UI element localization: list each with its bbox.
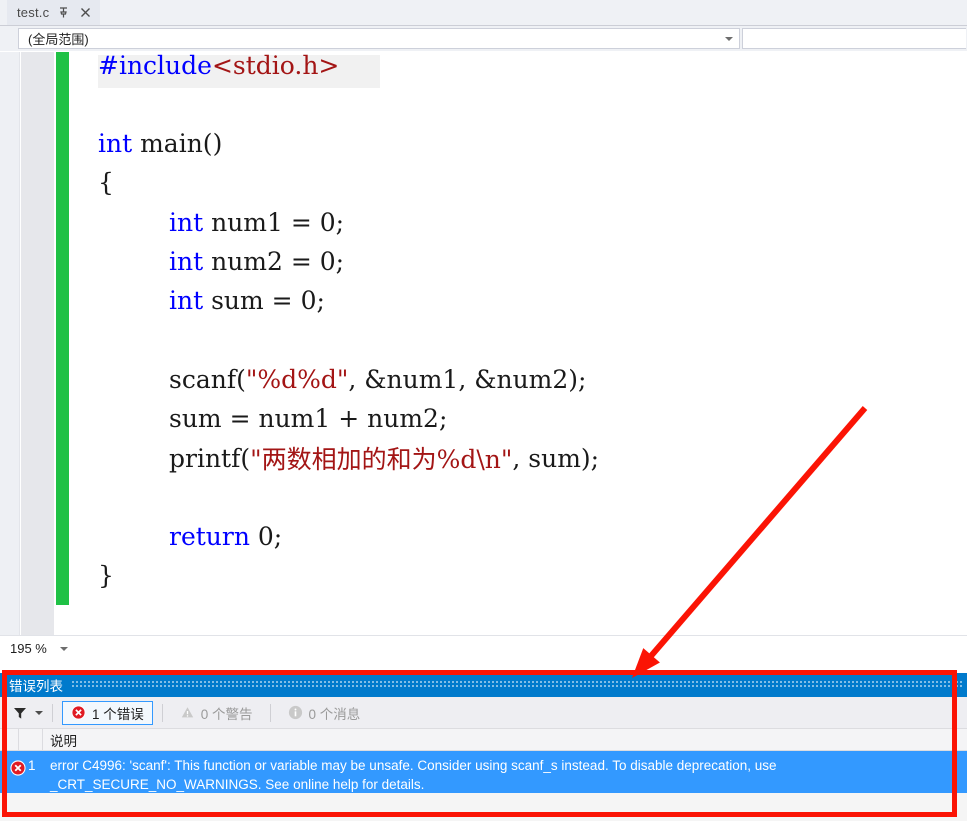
- message-count-button[interactable]: 0 个消息: [280, 701, 369, 725]
- code-line: sum = num1 + num2;: [69, 400, 447, 438]
- error-count-label: 1 个错误: [92, 706, 144, 722]
- code-line: int num1 = 0;: [69, 203, 344, 241]
- code-line: int main(): [69, 125, 222, 163]
- code-token: int: [98, 129, 133, 159]
- code-token: sum = 0;: [203, 286, 325, 316]
- message-count-label: 0 个消息: [308, 706, 361, 722]
- warning-count-button[interactable]: 0 个警告: [172, 701, 261, 725]
- member-dropdown[interactable]: [742, 28, 966, 49]
- toolbar-separator-2: [161, 703, 163, 722]
- error-icon: [10, 760, 26, 781]
- code-token: printf(: [169, 443, 251, 473]
- editor-selection-margin: [21, 52, 54, 635]
- warning-icon: [180, 705, 195, 720]
- panel-drag-grip[interactable]: [72, 681, 963, 689]
- error-list-column-header: 说明: [0, 729, 967, 751]
- error-list-title: 错误列表: [9, 679, 63, 694]
- zoom-level-value: 195 %: [10, 641, 47, 656]
- code-line: return 0;: [69, 518, 282, 556]
- code-line: {: [69, 164, 114, 202]
- filter-icon[interactable]: [12, 705, 28, 721]
- editor-status-bar: 195 %: [0, 635, 967, 662]
- pin-icon[interactable]: [55, 5, 71, 21]
- document-tab-test-c[interactable]: test.c: [7, 0, 101, 25]
- code-token: main(): [132, 129, 223, 159]
- code-token: <stdio.h>: [211, 52, 340, 80]
- tab-label: test.c: [17, 5, 50, 20]
- visual-studio-window: test.c (全局范围) #include <stdio.h> int mai…: [0, 0, 967, 829]
- error-list-panel: 错误列表 1 个错误 0 个警告 0 个消息 说明 1 error C4996:…: [0, 673, 967, 821]
- info-icon: [288, 705, 303, 720]
- editor-indicator-margin: [0, 52, 20, 635]
- code-token: return: [169, 522, 250, 552]
- code-token: int: [169, 207, 204, 237]
- error-count-button[interactable]: 1 个错误: [62, 700, 153, 725]
- navigation-bar: (全局范围): [0, 26, 967, 51]
- code-token: {: [98, 168, 114, 198]
- error-icon: [71, 705, 86, 720]
- code-token: #include: [98, 52, 212, 80]
- toolbar-separator-1: [52, 703, 53, 722]
- close-icon[interactable]: [77, 5, 93, 21]
- code-token: "%d%d": [245, 364, 349, 394]
- code-line: printf("两数相加的和为%d\n", sum);: [69, 439, 599, 477]
- column-divider-2[interactable]: [42, 729, 43, 751]
- chevron-down-icon: [60, 647, 68, 651]
- code-token: int: [169, 286, 204, 316]
- code-token: , sum);: [512, 443, 600, 473]
- table-row[interactable]: 1 error C4996: 'scanf': This function or…: [0, 751, 967, 793]
- code-line: scanf("%d%d", &num1, &num2);: [69, 360, 586, 398]
- zoom-level-dropdown[interactable]: 195 %: [10, 638, 72, 659]
- editor-change-bar: [56, 52, 69, 605]
- code-token: scanf(: [169, 364, 246, 394]
- column-divider-1[interactable]: [18, 729, 19, 751]
- chevron-down-icon[interactable]: [35, 710, 43, 715]
- error-list-title-bar[interactable]: 错误列表: [0, 673, 967, 697]
- column-header-description[interactable]: 说明: [50, 730, 77, 750]
- code-editor[interactable]: #include <stdio.h> int main() { int num1 = 0…: [0, 52, 967, 635]
- error-row-description: error C4996: 'scanf': This function or v…: [50, 758, 777, 792]
- warning-count-label: 0 个警告: [200, 706, 253, 722]
- error-list-toolbar: 1 个错误 0 个警告 0 个消息: [0, 697, 967, 729]
- scope-dropdown[interactable]: (全局范围): [18, 28, 740, 49]
- code-line: #include <stdio.h>: [69, 52, 339, 84]
- code-token: num2 = 0;: [203, 247, 345, 276]
- code-token: 0;: [249, 522, 283, 552]
- scope-dropdown-value: (全局范围): [28, 32, 89, 47]
- toolbar-separator-3: [269, 703, 271, 722]
- code-token: }: [98, 561, 114, 591]
- editor-tab-strip: test.c: [0, 0, 967, 26]
- chevron-down-icon: [725, 36, 733, 41]
- code-line: }: [69, 557, 114, 595]
- code-line: int num2 = 0;: [69, 243, 344, 281]
- code-token: , &num1, &num2);: [348, 364, 587, 394]
- error-row-number: 1: [28, 758, 36, 773]
- code-token: num1 = 0;: [203, 207, 345, 237]
- code-text-area[interactable]: #include <stdio.h> int main() { int num1 = 0…: [69, 52, 967, 635]
- code-line: int sum = 0;: [69, 282, 325, 320]
- error-list-empty-area: [0, 793, 967, 821]
- code-token: int: [169, 247, 204, 276]
- code-token: sum = num1 + num2;: [169, 404, 448, 434]
- code-token: "两数相加的和为%d\n": [250, 445, 513, 474]
